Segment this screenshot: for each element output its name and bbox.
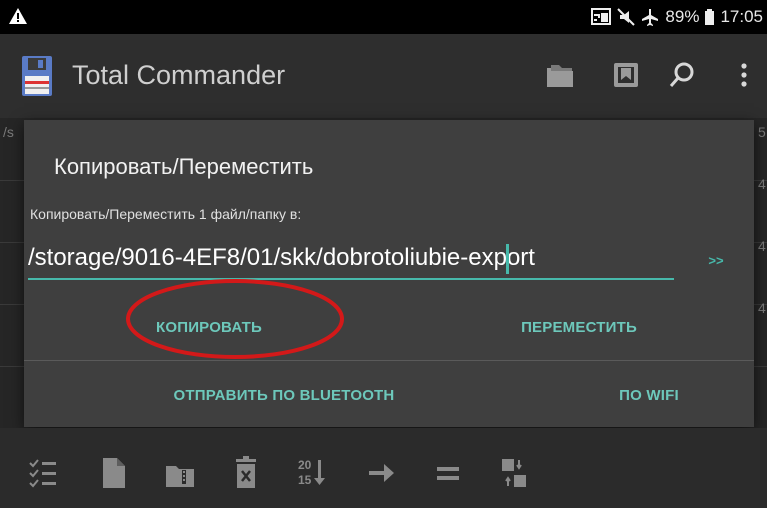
delete-icon xyxy=(236,456,256,488)
list-item-peek: 5 xyxy=(758,124,766,140)
browse-button[interactable]: >> xyxy=(696,248,736,274)
copy-move-dialog: Копировать/Переместить Копировать/Переме… xyxy=(24,120,754,427)
equal-icon xyxy=(437,467,459,480)
app-title: Total Commander xyxy=(72,60,286,90)
warning-icon xyxy=(9,8,27,24)
compare-button[interactable] xyxy=(433,456,463,490)
archive-button[interactable] xyxy=(165,456,195,490)
copy-button[interactable]: КОПИРОВАТЬ xyxy=(114,310,304,346)
list-item-peek: 4 xyxy=(758,238,766,254)
menu-icon[interactable] xyxy=(738,60,750,90)
new-file-button[interactable] xyxy=(99,456,129,490)
status-time: 17:05 xyxy=(720,7,763,26)
swap-panels-button[interactable] xyxy=(499,456,529,490)
mute-icon xyxy=(617,8,636,26)
text-cursor xyxy=(506,244,509,274)
save-icon[interactable] xyxy=(22,56,52,96)
delete-button[interactable] xyxy=(232,456,262,490)
dialog-divider xyxy=(24,360,754,361)
app-bar: Total Commander xyxy=(0,34,767,118)
archive-icon xyxy=(166,466,194,487)
move-button[interactable]: ПЕРЕМЕСТИТЬ xyxy=(484,310,674,346)
swap-panels-icon xyxy=(502,459,526,487)
status-bar: 89% 17:05 xyxy=(0,0,767,34)
sort-icon: 20 15 xyxy=(298,458,325,487)
bottom-toolbar: 20 15 xyxy=(0,428,767,508)
list-item-peek: 4 xyxy=(758,300,766,316)
bookmark-icon[interactable] xyxy=(611,60,641,90)
new-file-icon xyxy=(103,458,125,488)
svg-text:15: 15 xyxy=(298,473,312,487)
select-icon xyxy=(29,459,56,488)
folder-icon[interactable] xyxy=(545,60,575,90)
search-icon[interactable] xyxy=(667,60,697,90)
svg-text:20: 20 xyxy=(298,458,312,472)
sort-button[interactable]: 20 15 xyxy=(297,456,327,490)
battery-percent: 89% xyxy=(665,7,700,26)
airplane-icon xyxy=(642,9,659,26)
path-peek: /s xyxy=(3,124,14,140)
battery-icon xyxy=(705,9,715,25)
select-button[interactable] xyxy=(28,456,58,490)
destination-path-input[interactable] xyxy=(28,238,674,280)
wifi-button[interactable]: ПО WIFI xyxy=(594,378,704,414)
list-item-peek: 4 xyxy=(758,176,766,192)
send-bluetooth-button[interactable]: ОТПРАВИТЬ ПО BLUETOOTH xyxy=(144,378,424,414)
copy-right-button[interactable] xyxy=(367,456,397,490)
arrow-right-icon xyxy=(369,464,394,482)
status-icons: 89% 17:05 xyxy=(591,0,763,34)
dialog-subtitle: Копировать/Переместить 1 файл/папку в: xyxy=(30,206,302,222)
screen: 89% 17:05 Total Commander /s 5 4 4 4 Коп… xyxy=(0,0,767,508)
cast-icon xyxy=(591,8,612,25)
dialog-title: Копировать/Переместить xyxy=(54,154,314,179)
